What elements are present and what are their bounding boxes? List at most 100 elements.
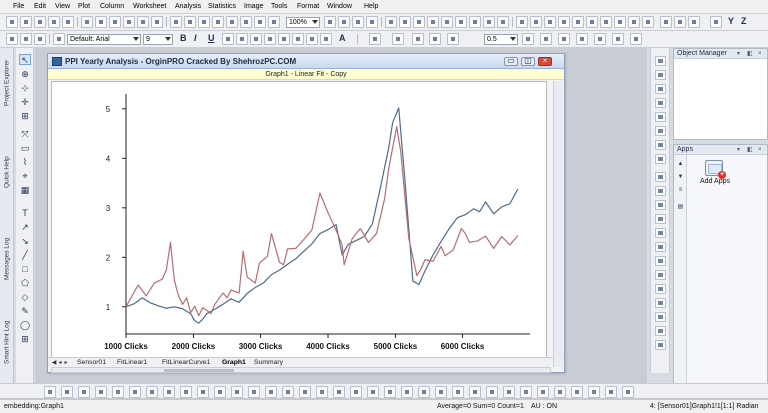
apps-title-bar[interactable]: Apps ▾ ◧ × [674, 145, 767, 155]
scroll-up-icon[interactable]: ▲ [676, 160, 685, 168]
waterfall-icon[interactable] [248, 386, 260, 398]
matrix-plot-icon[interactable] [350, 386, 362, 398]
layer-title-icon[interactable] [588, 386, 600, 398]
line-width-icon[interactable] [447, 33, 459, 45]
whole-page-icon[interactable] [352, 16, 364, 28]
horizontal-scroll-thumb[interactable] [164, 369, 234, 372]
region-draw-tool[interactable]: ◇ [19, 291, 31, 302]
inset-icon[interactable] [469, 386, 481, 398]
group-icon[interactable] [576, 33, 588, 45]
tab-project-explorer[interactable]: Project Explorer [2, 51, 12, 115]
row-icon[interactable] [688, 16, 700, 28]
recalculate-icon[interactable] [170, 16, 182, 28]
screen-reader-tool[interactable]: ⊹ [19, 82, 31, 93]
menu-worksheet[interactable]: Worksheet [133, 3, 166, 10]
curved-arrow-tool[interactable]: ↘ [19, 235, 31, 246]
graph-page[interactable]: 1 2 3 4 5 1000 Clicks 2000 Clicks 3000 Clicks 40… [51, 81, 547, 365]
region-tool[interactable]: ▦ [19, 184, 31, 195]
legend-icon[interactable] [503, 386, 515, 398]
close-icon[interactable]: × [758, 145, 762, 155]
bar-icon[interactable] [95, 386, 107, 398]
zoom-in-icon[interactable] [324, 16, 336, 28]
menu-help[interactable]: Help [364, 3, 378, 10]
tab-navigation[interactable]: ◀ ◂ ▸ [51, 359, 77, 367]
super-subscript-icon[interactable] [264, 33, 276, 45]
right-tool-icon[interactable] [655, 200, 666, 210]
minimize-button[interactable]: ▭ [504, 56, 518, 66]
greek-icon[interactable] [250, 33, 262, 45]
right-tool-icon[interactable] [655, 228, 666, 238]
duplicate-icon[interactable] [198, 16, 210, 28]
dock-icon[interactable]: ◧ [747, 49, 753, 59]
import-icon[interactable] [137, 16, 149, 28]
right-tool-icon[interactable] [655, 98, 666, 108]
menu-window[interactable]: Window [327, 3, 352, 10]
rescale-axis-icon[interactable] [486, 386, 498, 398]
tab-sensor01[interactable]: Sensor01 [77, 359, 106, 367]
contour-icon[interactable] [180, 386, 192, 398]
decrease-font-icon[interactable] [306, 33, 318, 45]
pin-icon[interactable]: ▾ [737, 49, 740, 59]
symbol-icon[interactable] [278, 33, 290, 45]
tool-icon[interactable] [34, 33, 46, 45]
layer-icon[interactable] [427, 16, 439, 28]
symbol-size-icon[interactable] [540, 33, 552, 45]
image-plot-icon[interactable] [367, 386, 379, 398]
set-y-icon[interactable] [544, 16, 556, 28]
draw-data-tool[interactable]: ⌇ [19, 156, 31, 167]
pie-plot-icon[interactable] [146, 386, 158, 398]
text-box-icon[interactable] [554, 386, 566, 398]
stack-icon[interactable] [435, 386, 447, 398]
symbol-shape-icon[interactable] [522, 33, 534, 45]
text-tool[interactable]: T [19, 207, 31, 218]
menu-view[interactable]: View [55, 3, 70, 10]
right-tool-icon[interactable] [655, 140, 666, 150]
tab-smart-hint-log[interactable]: Smart Hint Log [2, 306, 12, 378]
menu-format[interactable]: Format [297, 3, 319, 10]
font-icon[interactable] [53, 33, 65, 45]
set-z-icon[interactable] [558, 16, 570, 28]
object-manager-title-bar[interactable]: Object Manager ▾ ◧ × [674, 49, 767, 59]
template-icon[interactable] [384, 386, 396, 398]
close-icon[interactable]: × [758, 49, 762, 59]
script-window-icon[interactable] [413, 16, 425, 28]
right-tool-icon[interactable] [655, 270, 666, 280]
column-icon[interactable] [516, 16, 528, 28]
disregard-icon[interactable] [600, 16, 612, 28]
right-tool-icon[interactable] [655, 256, 666, 266]
font-color-icon[interactable]: A [339, 33, 346, 44]
window-title-bar[interactable]: PPI Yearly Analysis - OrginPRO Cracked B… [48, 54, 564, 69]
right-tool-icon[interactable] [655, 126, 666, 136]
vertical-scrollbar[interactable] [553, 81, 563, 367]
tool-icon[interactable] [20, 33, 32, 45]
cell-icon[interactable] [674, 16, 686, 28]
arrange-icon[interactable] [469, 16, 481, 28]
polygon-tool[interactable]: ⬠ [19, 277, 31, 288]
list-view-icon[interactable]: ≡ [676, 186, 685, 194]
right-tool-icon[interactable] [655, 242, 666, 252]
pin-icon[interactable]: ▾ [737, 145, 740, 155]
bold-icon[interactable]: B [180, 33, 187, 44]
multi-panel-icon[interactable] [418, 386, 430, 398]
map-icon[interactable] [660, 16, 672, 28]
next-tab-icon[interactable]: ▸ [63, 360, 69, 367]
data-reader-tool[interactable]: ✛ [19, 96, 31, 107]
line-tool[interactable]: ╱ [19, 249, 31, 260]
rescale-icon[interactable] [366, 16, 378, 28]
box-chart-icon[interactable] [282, 386, 294, 398]
statistics-plot-icon[interactable] [333, 386, 345, 398]
annotation-tool[interactable]: ⌖ [19, 170, 31, 181]
right-tool-icon[interactable] [655, 154, 666, 164]
superscript-icon[interactable] [222, 33, 234, 45]
y-axis-icon[interactable]: Y [728, 16, 734, 27]
column-plot-icon[interactable] [112, 386, 124, 398]
restore-button[interactable]: ◫ [521, 56, 535, 66]
extract-icon[interactable] [483, 16, 495, 28]
save-icon[interactable] [109, 16, 121, 28]
right-tool-icon[interactable] [655, 84, 666, 94]
right-tool-icon[interactable] [655, 112, 666, 122]
right-tool-icon[interactable] [655, 70, 666, 80]
new-matrix-icon[interactable] [48, 16, 60, 28]
menu-column[interactable]: Column [100, 3, 124, 10]
freehand-tool[interactable]: ✎ [19, 305, 31, 316]
